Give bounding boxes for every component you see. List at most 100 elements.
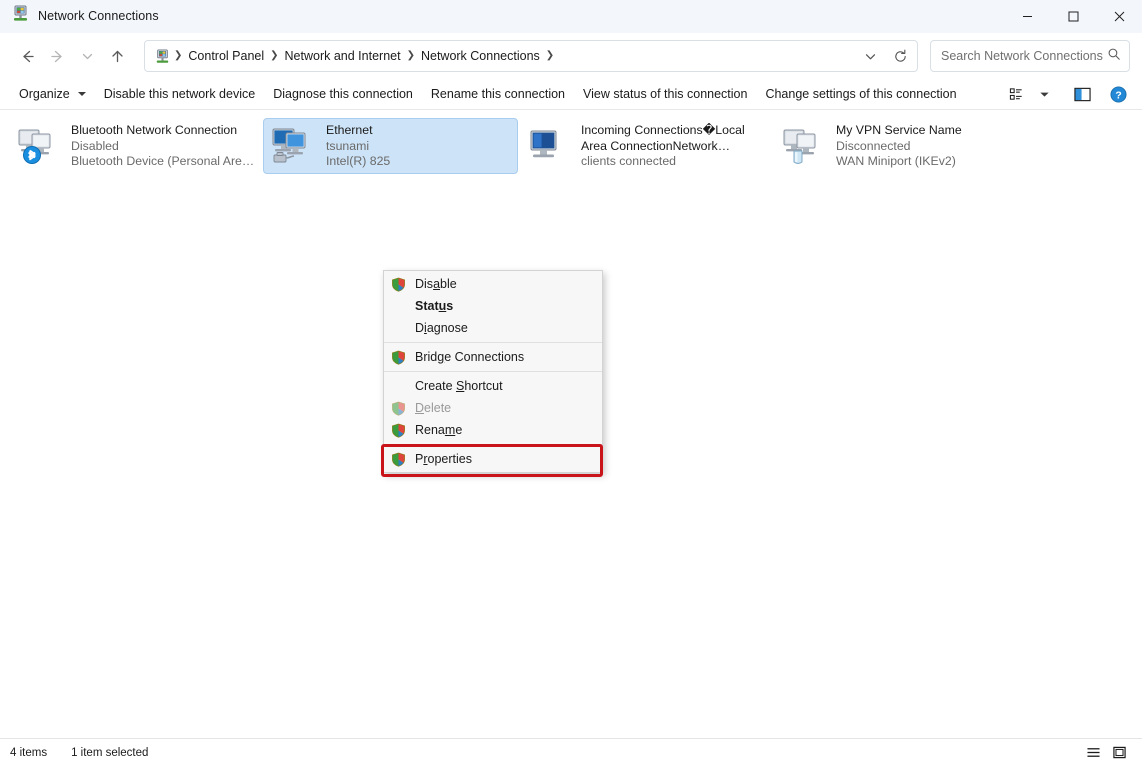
change-settings-button[interactable]: Change settings of this connection [756, 83, 965, 105]
title-bar: Network Connections [0, 0, 1142, 33]
connection-status: tsunami [326, 139, 511, 155]
breadcrumb-item-network-connections[interactable]: Network Connections [416, 46, 545, 66]
context-menu-label-properties: Properties [415, 452, 472, 466]
breadcrumb: ❯ Control Panel ❯ Network and Internet ❯… [173, 46, 855, 66]
context-menu-separator [384, 342, 602, 343]
connection-tile-ethernet[interactable]: Ethernet tsunami Intel(R) 825 [263, 118, 518, 174]
refresh-button[interactable] [885, 42, 915, 70]
maximize-button[interactable] [1050, 0, 1096, 33]
connections-tiles: Bluetooth Network Connection Disabled Bl… [0, 118, 1142, 174]
organize-menu-button[interactable]: Organize [10, 83, 95, 105]
uac-shield-icon [390, 400, 407, 417]
status-item-count: 4 items [10, 747, 71, 759]
connection-tile-text: Ethernet tsunami Intel(R) 825 [326, 122, 511, 170]
up-button[interactable] [102, 41, 132, 71]
back-button[interactable] [12, 41, 42, 71]
previous-locations-dropdown[interactable] [855, 42, 885, 70]
command-bar: Organize Disable this network device Dia… [0, 79, 1142, 110]
context-menu-item-delete: Delete [384, 397, 602, 419]
connection-status: Disabled [71, 139, 256, 155]
status-selection-count: 1 item selected [71, 747, 172, 759]
uac-shield-icon [390, 276, 407, 293]
help-icon[interactable]: ? [1104, 82, 1132, 106]
view-options-chevron-down-icon[interactable] [1030, 82, 1058, 106]
close-button[interactable] [1096, 0, 1142, 33]
breadcrumb-item-control-panel[interactable]: Control Panel [183, 46, 269, 66]
connection-tile-text: Bluetooth Network Connection Disabled Bl… [71, 122, 256, 170]
context-menu-label-disable: Disable [415, 277, 457, 291]
context-menu-label-diagnose: Diagnose [415, 321, 468, 335]
connection-tile-incoming-connections[interactable]: Incoming Connections�Local Area Connecti… [518, 118, 773, 174]
recent-locations-button[interactable] [72, 41, 102, 71]
window-controls [1004, 0, 1142, 33]
forward-button[interactable] [42, 41, 72, 71]
breadcrumb-chevron-icon[interactable]: ❯ [269, 51, 279, 61]
large-icons-view-icon[interactable] [1106, 742, 1132, 764]
context-menu-item-properties[interactable]: Properties [384, 448, 602, 470]
context-menu-item-status[interactable]: Status [384, 295, 602, 317]
context-menu-item-diagnose[interactable]: Diagnose [384, 317, 602, 339]
view-status-button[interactable]: View status of this connection [574, 83, 756, 105]
chevron-down-icon [78, 92, 86, 96]
svg-text:?: ? [1115, 90, 1121, 101]
connection-tile-text: Incoming Connections�Local Area Connecti… [581, 122, 766, 170]
address-bar[interactable]: ❯ Control Panel ❯ Network and Internet ❯… [144, 40, 918, 72]
incoming-connections-icon [525, 124, 573, 168]
context-menu-label-delete: Delete [415, 401, 451, 415]
breadcrumb-chevron-icon[interactable]: ❯ [406, 51, 416, 61]
ethernet-adapter-icon [270, 124, 318, 168]
connection-name: Bluetooth Network Connection [71, 123, 256, 139]
connection-status: clients connected [581, 154, 766, 170]
title-bar-left: Network Connections [0, 5, 159, 27]
minimize-button[interactable] [1004, 0, 1050, 33]
vpn-adapter-icon [780, 124, 828, 168]
connection-status: Disconnected [836, 139, 1021, 155]
connection-tile-vpn[interactable]: My VPN Service Name Disconnected WAN Min… [773, 118, 1028, 174]
menu-icon-placeholder [390, 378, 407, 395]
bluetooth-adapter-icon [15, 124, 63, 168]
connections-list-area: Bluetooth Network Connection Disabled Bl… [0, 110, 1142, 738]
context-menu: Disable Status Diagnose [383, 270, 603, 473]
diagnose-connection-button[interactable]: Diagnose this connection [264, 83, 422, 105]
breadcrumb-item-network-and-internet[interactable]: Network and Internet [280, 46, 406, 66]
context-menu-label-status: Status [415, 299, 453, 313]
address-bar-icon [151, 49, 173, 64]
connection-name: Ethernet [326, 123, 511, 139]
connection-tile-text: My VPN Service Name Disconnected WAN Min… [836, 122, 1021, 170]
connection-device: Intel(R) 825 [326, 154, 511, 170]
view-options-icon[interactable] [1002, 82, 1030, 106]
connection-device: WAN Miniport (IKEv2) [836, 154, 1021, 170]
context-menu-item-bridge-connections[interactable]: Bridge Connections [384, 346, 602, 368]
search-icon[interactable] [1107, 47, 1121, 66]
context-menu-label-bridge-connections: Bridge Connections [415, 350, 524, 364]
breadcrumb-chevron-icon[interactable]: ❯ [545, 51, 555, 61]
uac-shield-icon [390, 422, 407, 439]
context-menu-item-create-shortcut[interactable]: Create Shortcut [384, 375, 602, 397]
status-bar: 4 items 1 item selected [0, 738, 1142, 766]
context-menu-label-rename: Rename [415, 423, 462, 437]
disable-network-device-button[interactable]: Disable this network device [95, 83, 264, 105]
breadcrumb-chevron-icon: ❯ [173, 51, 183, 61]
search-input[interactable] [941, 49, 1107, 63]
connection-name: Incoming Connections�Local Area Connecti… [581, 123, 766, 154]
rename-connection-button[interactable]: Rename this connection [422, 83, 574, 105]
context-menu-label-create-shortcut: Create Shortcut [415, 379, 503, 393]
address-bar-actions [855, 42, 915, 70]
context-menu-item-disable[interactable]: Disable [384, 273, 602, 295]
organize-label: Organize [19, 87, 70, 101]
connection-tile-bluetooth[interactable]: Bluetooth Network Connection Disabled Bl… [8, 118, 263, 174]
preview-pane-icon[interactable] [1068, 82, 1096, 106]
details-view-icon[interactable] [1080, 742, 1106, 764]
uac-shield-icon [390, 349, 407, 366]
menu-icon-placeholder [390, 298, 407, 315]
menu-icon-placeholder [390, 320, 407, 337]
uac-shield-icon [390, 451, 407, 468]
connection-name: My VPN Service Name [836, 123, 1021, 139]
search-box[interactable] [930, 40, 1130, 72]
navigation-bar: ❯ Control Panel ❯ Network and Internet ❯… [0, 33, 1142, 79]
network-connections-window: Network Connections [0, 0, 1142, 766]
context-menu-item-rename[interactable]: Rename [384, 419, 602, 441]
connection-device: Bluetooth Device (Personal Area ... [71, 154, 256, 170]
context-menu-separator [384, 371, 602, 372]
network-connections-icon [12, 5, 29, 27]
